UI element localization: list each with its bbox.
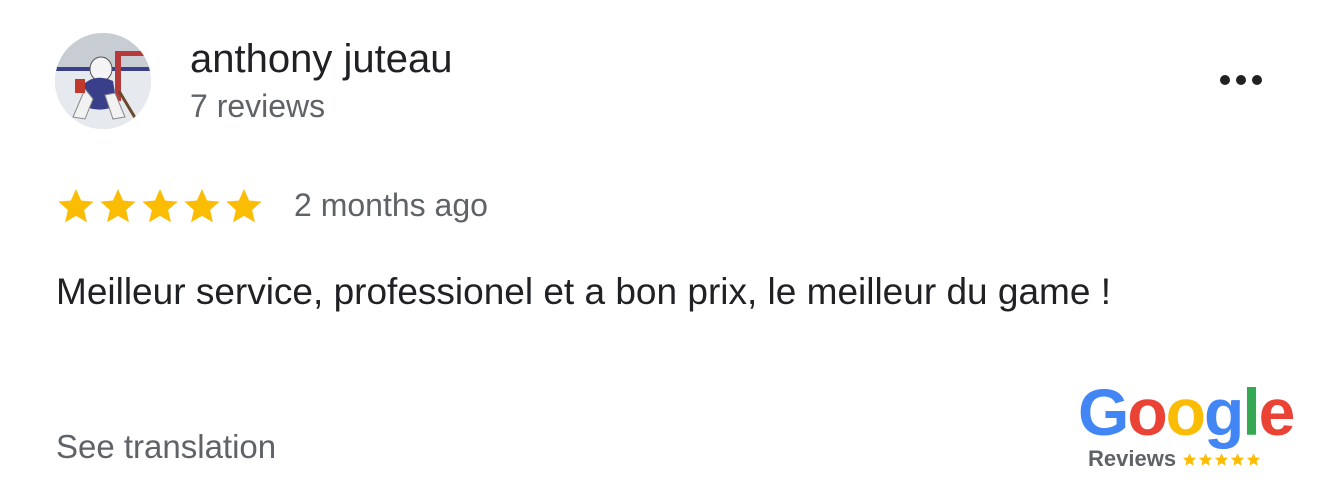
google-reviews-badge: Google Reviews [1078,375,1296,476]
google-logo-letter: o [1165,375,1206,449]
author-review-count: 7 reviews [190,88,326,124]
badge-reviews-label: Reviews [1088,446,1177,471]
star-icon [142,189,178,223]
avatar[interactable] [55,33,151,129]
google-logo-letter: e [1258,375,1296,449]
star-icon [58,189,94,223]
badge-reviews-row: Reviews [1088,446,1262,472]
google-logo-letter: G [1078,375,1129,449]
more-horizontal-icon [1220,75,1230,85]
more-horizontal-icon [1252,75,1262,85]
star-icon [1230,452,1245,466]
star-icon [1198,452,1213,466]
star-icon [1182,452,1197,466]
more-horizontal-icon [1236,75,1246,85]
star-icon [100,189,136,223]
star-icon [226,189,262,223]
more-options-button[interactable] [1208,62,1274,98]
google-logo: Google [1078,375,1296,449]
badge-star-rating [1182,452,1262,467]
star-rating [56,184,266,228]
google-logo-letter: o [1127,375,1167,449]
star-icon [1214,452,1229,466]
google-logo-letter: g [1204,375,1244,449]
author-name[interactable]: anthony juteau [190,36,452,82]
hockey-goalie-photo-icon [55,33,151,129]
star-icon [1246,452,1261,466]
review-text: Meilleur service, professionel et a bon … [56,271,1111,312]
star-icon [184,189,220,223]
review-timestamp: 2 months ago [294,187,488,223]
google-logo-letter: l [1242,375,1260,449]
see-translation-link[interactable]: See translation [56,427,276,467]
